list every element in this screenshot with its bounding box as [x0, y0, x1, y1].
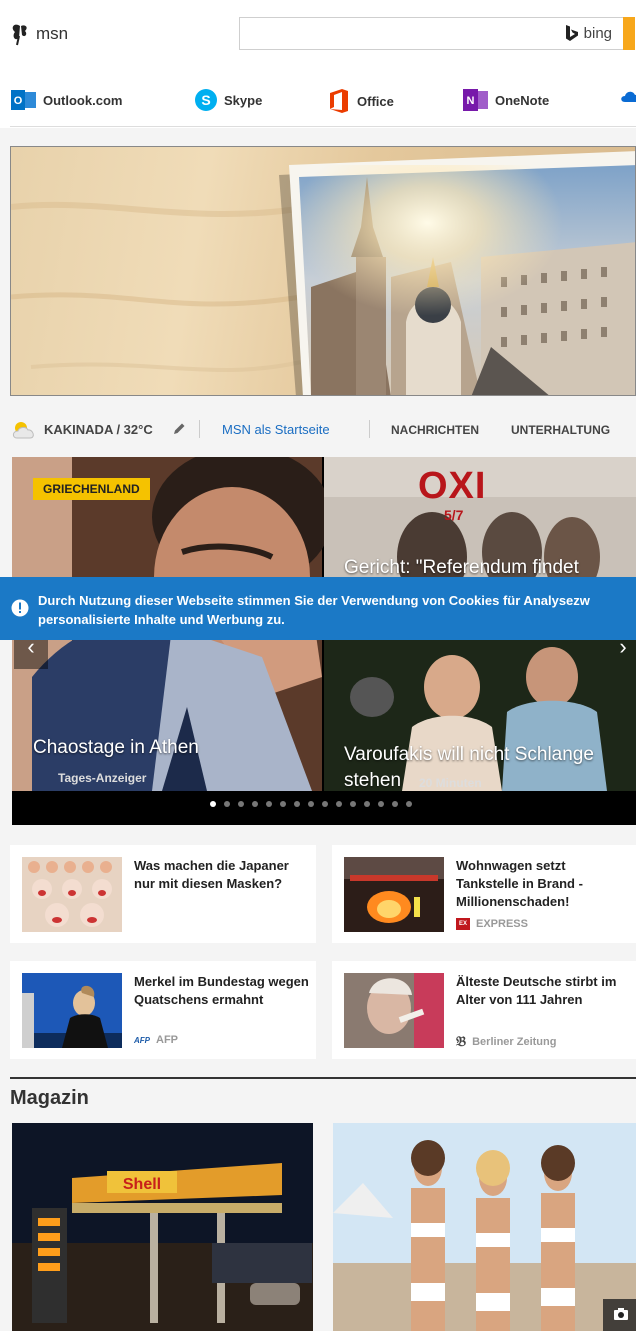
app-links-bar: O Outlook.com S Skype Office N OneNote — [0, 72, 636, 128]
info-alert-icon — [11, 599, 29, 617]
section-title: Magazin — [10, 1087, 89, 1109]
carousel-dot[interactable] — [252, 801, 258, 807]
header: msn bing — [0, 0, 636, 72]
carousel-dot[interactable] — [364, 801, 370, 807]
svg-text:S: S — [201, 92, 210, 108]
article-source: EX EXPRESS — [456, 918, 528, 930]
article-source: AFP AFP — [134, 1034, 178, 1046]
article-thumbnail — [344, 973, 444, 1048]
set-homepage-link[interactable]: MSN als Startseite — [222, 422, 330, 437]
article-title[interactable]: Merkel im Bundestag wegen Quatschens erm… — [134, 973, 309, 1009]
carousel-dot[interactable] — [224, 801, 230, 807]
app-link-label: Office — [357, 93, 394, 109]
onedrive-icon — [621, 91, 636, 102]
bing-logo[interactable]: bing — [564, 24, 612, 42]
article-card[interactable]: Wohnwagen setzt Tankstelle in Brand - Mi… — [332, 845, 636, 943]
article-source: 𝔅 Berliner Zeitung — [456, 1034, 556, 1050]
app-link-skype[interactable]: S Skype — [194, 88, 262, 112]
app-link-label: OneNote — [495, 92, 550, 108]
afp-logo-icon: AFP — [134, 1035, 150, 1045]
divider — [10, 126, 636, 127]
app-link-label: Outlook.com — [43, 92, 123, 108]
camera-icon[interactable] — [613, 1307, 629, 1321]
cookie-banner: Durch Nutzung dieser Webseite stimmen Si… — [0, 577, 636, 640]
carousel-dot[interactable] — [406, 801, 412, 807]
gas-station-illustration: Shell — [12, 1123, 313, 1331]
nav-separator — [369, 420, 370, 438]
article-source-label: Berliner Zeitung — [472, 1036, 557, 1048]
graffiti-text: OXI — [418, 465, 487, 507]
nav-separator — [199, 420, 200, 438]
berliner-zeitung-logo-icon: 𝔅 — [456, 1034, 467, 1050]
carousel-dot[interactable] — [350, 801, 356, 807]
search-input[interactable]: bing — [239, 17, 635, 50]
skype-icon: S — [195, 89, 217, 111]
shell-sign: Shell — [123, 1176, 161, 1193]
article-source-label: AFP — [156, 1034, 178, 1046]
news-carousel[interactable]: GRIECHENLAND OXI 5/7 Gericht: "Referendu… — [12, 457, 636, 825]
article-title[interactable]: Älteste Deutsche stirbt im Alter von 111… — [456, 973, 631, 1009]
carousel-dot[interactable] — [336, 801, 342, 807]
carousel-dot[interactable] — [210, 801, 216, 807]
hero-illustration — [11, 151, 635, 395]
hero-image[interactable] — [10, 146, 636, 396]
cookie-message: Durch Nutzung dieser Webseite stimmen Si… — [38, 591, 636, 629]
cookie-message-line: personalisierte Inhalte und Werbung zu. — [38, 612, 285, 627]
carousel-dot[interactable] — [266, 801, 272, 807]
article-source-label: EXPRESS — [476, 918, 528, 930]
svg-text:N: N — [467, 95, 475, 107]
partly-cloudy-icon — [12, 422, 34, 439]
article-card[interactable]: Merkel im Bundestag wegen Quatschens erm… — [10, 961, 316, 1059]
carousel-dots — [210, 801, 412, 807]
weather-location[interactable]: KAKINADA / 32°C — [44, 422, 153, 437]
app-link-onenote[interactable]: N OneNote — [463, 88, 549, 112]
carousel-dot[interactable] — [280, 801, 286, 807]
onenote-icon: N — [463, 89, 488, 111]
category-tag[interactable]: GRIECHENLAND — [33, 478, 150, 500]
slide-caption[interactable]: Gericht: "Referendum findet — [344, 557, 579, 579]
logo-text: msn — [36, 24, 69, 43]
nav-link-nachrichten[interactable]: NACHRICHTEN — [391, 423, 479, 437]
app-link-outlook[interactable]: O Outlook.com — [11, 88, 122, 112]
slide-source: 20 Minuten — [419, 776, 482, 790]
office-icon — [330, 89, 348, 113]
edit-pencil-icon[interactable] — [172, 422, 186, 436]
bing-label: bing — [583, 24, 612, 42]
slide-caption[interactable]: Chaostage in Athen — [33, 737, 199, 759]
nav-bar: KAKINADA / 32°C MSN als Startseite NACHR… — [0, 412, 636, 448]
butterfly-icon — [12, 24, 27, 46]
graffiti-subtext: 5/7 — [444, 507, 464, 523]
bing-icon — [565, 25, 578, 41]
carousel-dot[interactable] — [238, 801, 244, 807]
magazine-image-models[interactable] — [333, 1123, 636, 1331]
article-thumbnail — [22, 857, 122, 932]
svg-text:O: O — [14, 95, 23, 107]
article-card[interactable]: Älteste Deutsche stirbt im Alter von 111… — [332, 961, 636, 1059]
carousel-dot[interactable] — [294, 801, 300, 807]
article-thumbnail — [22, 973, 122, 1048]
search-button[interactable] — [623, 17, 635, 50]
carousel-dot[interactable] — [378, 801, 384, 807]
section-divider — [10, 1077, 636, 1079]
article-title[interactable]: Was machen die Japaner nur mit diesen Ma… — [134, 857, 309, 893]
app-link-label: Skype — [224, 92, 263, 108]
slide-source: Tages-Anzeiger — [58, 771, 147, 785]
msn-logo[interactable]: msn — [10, 22, 68, 46]
app-link-onedrive[interactable] — [620, 88, 636, 104]
magazine-image-gas-station[interactable]: Shell — [12, 1123, 313, 1331]
outlook-icon: O — [11, 90, 36, 110]
app-link-office[interactable]: Office — [327, 88, 394, 114]
models-illustration — [333, 1123, 636, 1331]
nav-link-unterhaltung[interactable]: UNTERHALTUNG — [511, 423, 610, 437]
article-thumbnail — [344, 857, 444, 932]
carousel-dot[interactable] — [322, 801, 328, 807]
cookie-message-line: Durch Nutzung dieser Webseite stimmen Si… — [38, 593, 590, 608]
carousel-dot[interactable] — [308, 801, 314, 807]
article-title[interactable]: Wohnwagen setzt Tankstelle in Brand - Mi… — [456, 857, 631, 911]
article-card[interactable]: Was machen die Japaner nur mit diesen Ma… — [10, 845, 316, 943]
express-logo-icon: EX — [456, 918, 470, 930]
carousel-dot[interactable] — [392, 801, 398, 807]
